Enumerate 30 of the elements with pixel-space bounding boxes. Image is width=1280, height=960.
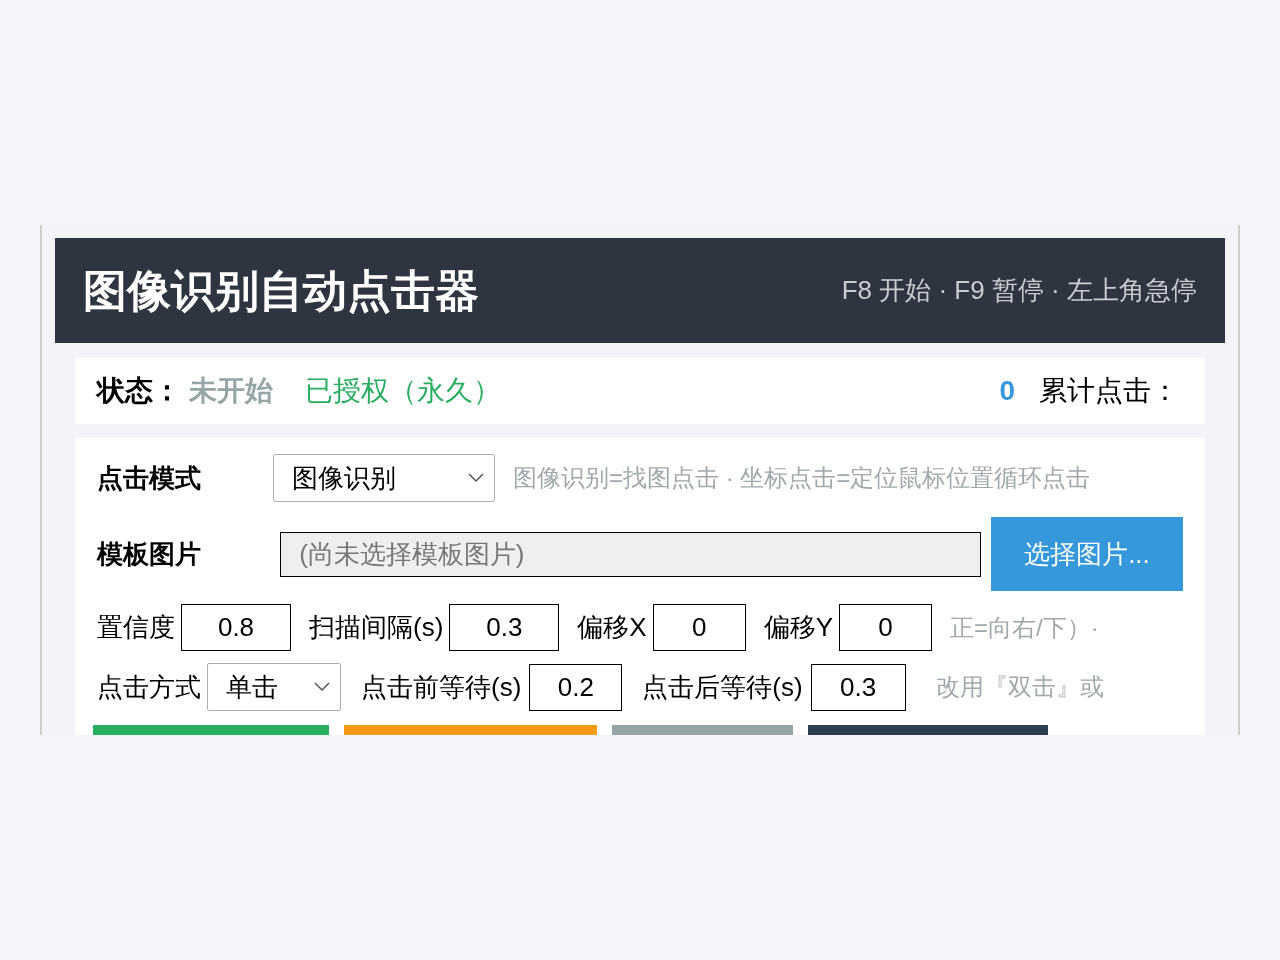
click-count: 0 xyxy=(999,374,1015,408)
double-click-hint: 改用『双击』或 xyxy=(935,672,1104,702)
template-path-field: (尚未选择模板图片) xyxy=(280,531,981,577)
number-field[interactable]: 0.3 xyxy=(449,604,560,651)
hotkey-hint: F8 开始 · F9 暂停 · 左上角急停 xyxy=(841,274,1197,307)
number-field[interactable]: 0 xyxy=(839,604,932,651)
number-field[interactable]: 0 xyxy=(652,604,746,651)
number-field[interactable]: 0.3 xyxy=(810,663,906,711)
status-label: 状态： xyxy=(97,374,181,408)
status-value: 未开始 xyxy=(189,374,273,408)
chevron-down-icon xyxy=(314,682,330,692)
template-label: 模板图片 xyxy=(97,537,202,571)
click-method-label: 点击方式 xyxy=(97,670,201,704)
click-count-label: 累计点击： xyxy=(1039,374,1179,408)
param-label: 置信度 xyxy=(97,611,175,644)
mode-hint: 图像识别=找图点击 · 坐标点击=定位鼠标位置循环点击 xyxy=(513,463,1091,493)
mode-label: 点击模式 xyxy=(97,461,202,495)
param-label: 扫描间隔(s) xyxy=(309,611,444,644)
license-status: 已授权（永久） xyxy=(305,374,501,408)
param-label: 点击后等待(s) xyxy=(642,670,803,704)
offset-hint: 正=向右/下）· xyxy=(950,612,1099,643)
dropdown[interactable]: 图像识别 xyxy=(273,454,495,502)
param-label: 偏移X xyxy=(577,611,647,644)
number-field[interactable]: 0.8 xyxy=(181,604,291,651)
dropdown[interactable]: 单击 xyxy=(207,663,341,711)
chevron-down-icon xyxy=(468,473,484,483)
window-title: 图像识别自动点击器 xyxy=(83,264,479,317)
param-label: 点击前等待(s) xyxy=(361,670,522,704)
number-field[interactable]: 0.2 xyxy=(529,663,623,711)
param-label: 偏移Y xyxy=(763,611,833,644)
